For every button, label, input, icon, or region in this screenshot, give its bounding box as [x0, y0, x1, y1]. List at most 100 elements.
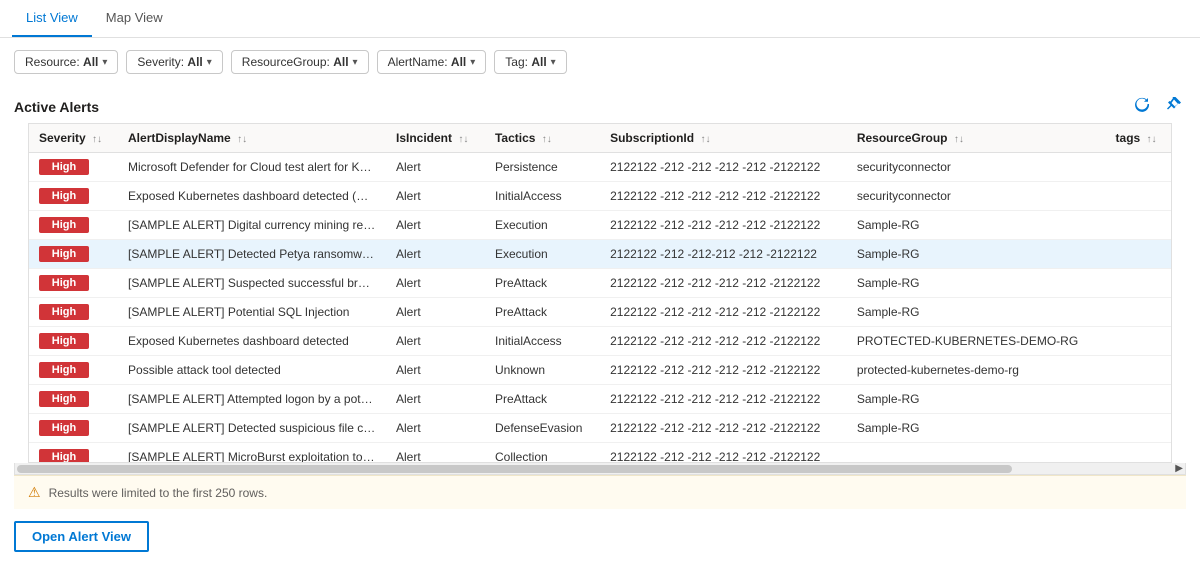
table-row[interactable]: High [SAMPLE ALERT] Suspected successful … [29, 269, 1171, 298]
cell-isincident: Alert [386, 298, 485, 327]
cell-subscriptionid: 2122122 -212 -212 -212 -212 -2122122 [600, 327, 847, 356]
table-header-row: Severity ↑↓ AlertDisplayName ↑↓ IsIncide… [29, 124, 1171, 153]
table-row[interactable]: HighExposed Kubernetes dashboard detecte… [29, 327, 1171, 356]
cell-resourcegroup: securityconnector [847, 153, 1106, 182]
filter-alertname[interactable]: AlertName: All ▾ [377, 50, 487, 74]
cell-subscriptionid: 2122122 -212 -212 -212 -212 -2122122 [600, 182, 847, 211]
cell-tags [1106, 211, 1171, 240]
cell-tactics: InitialAccess [485, 182, 600, 211]
severity-badge: High [39, 188, 89, 204]
filter-tag[interactable]: Tag: All ▾ [494, 50, 566, 74]
sort-icon[interactable]: ↑↓ [542, 134, 552, 145]
severity-badge: High [39, 304, 89, 320]
table-row[interactable]: High[SAMPLE ALERT] Attempted logon by a … [29, 385, 1171, 414]
cell-tactics: Collection [485, 443, 600, 464]
section-action-icons [1130, 94, 1186, 119]
cell-alertdisplayname: Exposed Kubernetes dashboard detected [118, 327, 386, 356]
cell-tags [1106, 240, 1171, 269]
cell-subscriptionid: 2122122 -212 -212 -212 -212 -2122122 [600, 443, 847, 464]
scrollbar-thumb [17, 465, 1012, 473]
cell-tactics: Unknown [485, 356, 600, 385]
pin-icon[interactable] [1162, 94, 1186, 119]
refresh-icon[interactable] [1130, 94, 1154, 119]
cell-isincident: Alert [386, 385, 485, 414]
table-row[interactable]: High[SAMPLE ALERT] MicroBurst exploitati… [29, 443, 1171, 464]
cell-tags [1106, 414, 1171, 443]
chevron-down-icon: ▾ [551, 57, 556, 68]
severity-badge: High [39, 449, 89, 463]
col-tactics: Tactics ↑↓ [485, 124, 600, 153]
cell-subscriptionid: 2122122 -212 -212 -212 -212 -2122122 [600, 269, 847, 298]
cell-isincident: Alert [386, 153, 485, 182]
severity-badge: High [39, 420, 89, 436]
cell-alertdisplayname: Possible attack tool detected [118, 356, 386, 385]
section-title: Active Alerts [14, 99, 99, 115]
horizontal-scrollbar[interactable]: ▶ [14, 463, 1186, 475]
cell-alertdisplayname: [SAMPLE ALERT] Detected Petya ransomware… [118, 240, 386, 269]
chevron-down-icon: ▾ [470, 57, 475, 68]
col-isincident: IsIncident ↑↓ [386, 124, 485, 153]
warning-icon: ⚠ [28, 484, 41, 501]
table-row[interactable]: High [SAMPLE ALERT] Detected Petya ransom… [29, 240, 1171, 269]
table-scroll-area[interactable]: Severity ↑↓ AlertDisplayName ↑↓ IsIncide… [28, 123, 1172, 463]
severity-badge: High [39, 246, 89, 262]
col-resourcegroup: ResourceGroup ↑↓ [847, 124, 1106, 153]
cell-subscriptionid: 2122122 -212 -212 -212 -212 -2122122 [600, 356, 847, 385]
scroll-right-icon[interactable]: ▶ [1175, 463, 1183, 474]
filter-resource-label: Resource: All [25, 55, 98, 69]
cell-tactics: Persistence [485, 153, 600, 182]
filter-severity[interactable]: Severity: All ▾ [126, 50, 222, 74]
sort-icon[interactable]: ↑↓ [700, 134, 710, 145]
open-alert-view-button[interactable]: Open Alert View [14, 521, 149, 552]
severity-badge: High [39, 275, 89, 291]
cell-isincident: Alert [386, 211, 485, 240]
cell-isincident: Alert [386, 240, 485, 269]
filter-resourcegroup[interactable]: ResourceGroup: All ▾ [231, 50, 369, 74]
cell-subscriptionid: 2122122 -212 -212 -212 -212 -2122122 [600, 385, 847, 414]
severity-badge: High [39, 217, 89, 233]
cell-isincident: Alert [386, 327, 485, 356]
cell-subscriptionid: 2122122 -212 -212 -212 -212 -2122122 [600, 153, 847, 182]
cell-severity: High [29, 385, 118, 414]
cell-isincident: Alert [386, 356, 485, 385]
cell-alertdisplayname: [SAMPLE ALERT] Suspected successful brut… [118, 269, 386, 298]
cell-subscriptionid: 2122122 -212 -212 -212 -212 -2122122 [600, 211, 847, 240]
cell-tactics: Execution [485, 240, 600, 269]
col-severity: Severity ↑↓ [29, 124, 118, 153]
sort-icon[interactable]: ↑↓ [1147, 134, 1157, 145]
cell-tags [1106, 327, 1171, 356]
table-row[interactable]: HighExposed Kubernetes dashboard detecte… [29, 182, 1171, 211]
sort-icon[interactable]: ↑↓ [237, 134, 247, 145]
sort-icon[interactable]: ↑↓ [92, 134, 102, 145]
table-row[interactable]: High[SAMPLE ALERT] Digital currency mini… [29, 211, 1171, 240]
filter-resource[interactable]: Resource: All ▾ [14, 50, 118, 74]
cell-subscriptionid: 2122122 -212 -212 -212 -212 -2122122 [600, 298, 847, 327]
chevron-down-icon: ▾ [353, 57, 358, 68]
sort-icon[interactable]: ↑↓ [458, 134, 468, 145]
cell-isincident: Alert [386, 443, 485, 464]
cell-alertdisplayname: [SAMPLE ALERT] Potential SQL Injection [118, 298, 386, 327]
cell-severity: High [29, 443, 118, 464]
cell-tactics: InitialAccess [485, 327, 600, 356]
cell-tags [1106, 269, 1171, 298]
cell-resourcegroup: Sample-RG [847, 298, 1106, 327]
table-row[interactable]: HighMicrosoft Defender for Cloud test al… [29, 153, 1171, 182]
tab-list-view[interactable]: List View [12, 0, 92, 37]
footer-notice: ⚠ Results were limited to the first 250 … [14, 475, 1186, 509]
severity-badge: High [39, 362, 89, 378]
tab-map-view[interactable]: Map View [92, 0, 177, 37]
cell-tactics: PreAttack [485, 385, 600, 414]
cell-tags [1106, 182, 1171, 211]
table-row[interactable]: High Possible attack tool detectedAlertUn… [29, 356, 1171, 385]
cell-resourcegroup: Sample-RG [847, 240, 1106, 269]
table-row[interactable]: High[SAMPLE ALERT] Detected suspicious f… [29, 414, 1171, 443]
cell-alertdisplayname: [SAMPLE ALERT] Attempted logon by a pote… [118, 385, 386, 414]
sort-icon[interactable]: ↑↓ [954, 134, 964, 145]
alerts-table: Severity ↑↓ AlertDisplayName ↑↓ IsIncide… [29, 124, 1171, 463]
table-row[interactable]: High [SAMPLE ALERT] Potential SQL Injecti… [29, 298, 1171, 327]
chevron-down-icon: ▾ [102, 57, 107, 68]
chevron-down-icon: ▾ [207, 57, 212, 68]
cell-resourcegroup: Sample-RG [847, 269, 1106, 298]
cell-resourcegroup: Sample-RG [847, 385, 1106, 414]
cell-resourcegroup: PROTECTED-KUBERNETES-DEMO-RG [847, 327, 1106, 356]
